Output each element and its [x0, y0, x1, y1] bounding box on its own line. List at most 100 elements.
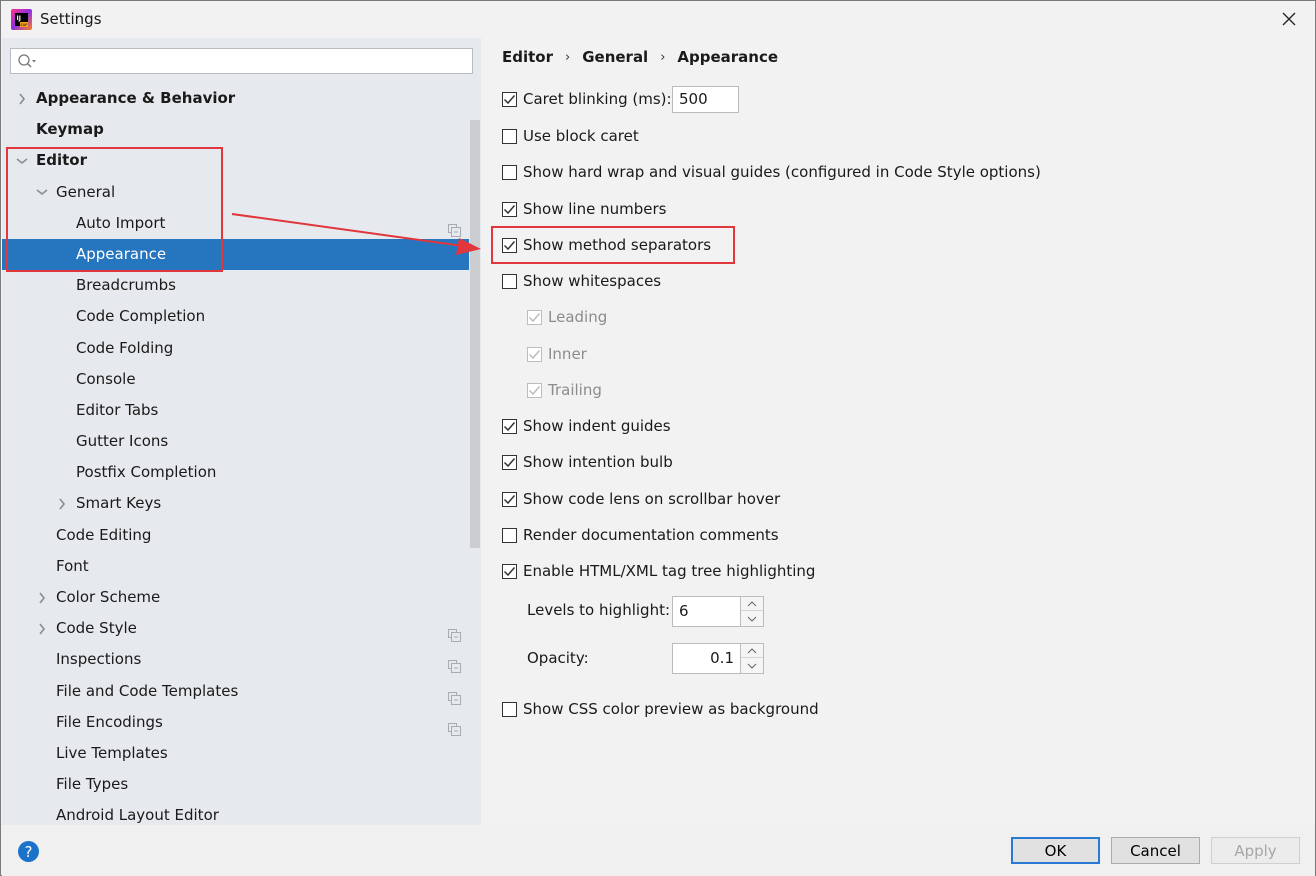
project-scope-icon	[448, 716, 461, 736]
levels-increment-button[interactable]	[741, 597, 763, 611]
checkbox[interactable]	[502, 527, 517, 543]
breadcrumb-general[interactable]: General	[582, 48, 648, 66]
sidebar-item-editor-tabs[interactable]: Editor Tabs	[2, 395, 468, 426]
option-show-line-numbers[interactable]: Show line numbers	[502, 198, 666, 220]
caret-blinking-checkbox[interactable]	[502, 91, 517, 107]
sidebar-item-smart-keys[interactable]: Smart Keys	[2, 488, 468, 519]
opacity-decrement-button[interactable]	[741, 659, 763, 673]
sidebar-item-editor[interactable]: Editor	[2, 145, 468, 176]
help-button[interactable]: ?	[18, 841, 39, 862]
close-icon	[1282, 12, 1296, 26]
chevron-down-icon	[747, 616, 757, 622]
levels-decrement-button[interactable]	[741, 612, 763, 626]
levels-to-highlight-input[interactable]: 6	[672, 596, 741, 627]
levels-spinner	[740, 596, 764, 627]
settings-tree: Appearance & Behavior Keymap Editor General…	[2, 83, 481, 825]
sidebar-item-code-completion[interactable]: Code Completion	[2, 301, 468, 332]
checkbox[interactable]	[502, 563, 517, 579]
option-show-intention-bulb[interactable]: Show intention bulb	[502, 451, 673, 473]
sidebar-item-file-types[interactable]: File Types	[2, 769, 468, 800]
sidebar-item-label: Postfix Completion	[76, 463, 217, 482]
checkbox[interactable]	[502, 454, 517, 470]
option-trailing: Trailing	[527, 379, 602, 401]
option-show-hard-wrap-and-visual-guides-configured-in-code-style-options[interactable]: Show hard wrap and visual guides (config…	[502, 161, 1041, 183]
scrollbar-thumb[interactable]	[470, 120, 480, 548]
cancel-button[interactable]: Cancel	[1111, 837, 1200, 864]
sidebar-item-console[interactable]: Console	[2, 364, 468, 395]
sidebar-item-label: Code Editing	[56, 525, 152, 544]
sidebar-item-breadcrumbs[interactable]: Breadcrumbs	[2, 270, 468, 301]
checkbox[interactable]	[502, 237, 517, 253]
sidebar-item-gutter-icons[interactable]: Gutter Icons	[2, 426, 468, 457]
chevron-down-icon[interactable]	[16, 145, 28, 176]
sidebar-item-appearance[interactable]: Appearance	[2, 238, 481, 271]
chevron-right-icon[interactable]	[16, 83, 28, 114]
option-label: Show method separators	[523, 236, 712, 254]
css-color-preview-option[interactable]: Show CSS color preview as background	[502, 698, 819, 720]
project-scope-icon	[448, 622, 461, 643]
option-render-documentation-comments[interactable]: Render documentation comments	[502, 524, 779, 546]
sidebar-item-file-and-code-templates[interactable]: File and Code Templates	[2, 676, 468, 707]
sidebar-item-auto-import[interactable]: Auto Import	[2, 208, 468, 239]
sidebar-item-file-encodings[interactable]: File Encodings	[2, 707, 468, 738]
settings-search[interactable]	[10, 48, 473, 74]
option-label: Leading	[548, 308, 608, 326]
ok-button[interactable]: OK	[1011, 837, 1100, 864]
checkbox[interactable]	[502, 164, 517, 180]
settings-dialog: IJ EAP Settings Appearance & Behavior Key…	[0, 0, 1316, 876]
caret-blinking-option[interactable]: Caret blinking (ms):	[502, 88, 672, 110]
sidebar-item-android-layout-editor[interactable]: Android Layout Editor	[2, 800, 468, 825]
sidebar-item-code-editing[interactable]: Code Editing	[2, 520, 468, 551]
search-input[interactable]	[41, 51, 461, 71]
sidebar-item-postfix-completion[interactable]: Postfix Completion	[2, 457, 468, 488]
option-show-method-separators[interactable]: Show method separators	[502, 234, 711, 256]
sidebar-item-label: Live Templates	[56, 743, 168, 762]
checkbox	[527, 309, 542, 325]
levels-to-highlight-label: Levels to highlight:	[527, 601, 671, 619]
project-scope-icon	[448, 685, 461, 705]
option-show-whitespaces[interactable]: Show whitespaces	[502, 270, 661, 292]
apply-button[interactable]: Apply	[1211, 837, 1300, 864]
sidebar-item-keymap[interactable]: Keymap	[2, 114, 468, 145]
sidebar-item-font[interactable]: Font	[2, 551, 468, 582]
sidebar-item-code-style[interactable]: Code Style	[2, 613, 468, 644]
chevron-right-icon[interactable]	[36, 582, 48, 613]
sidebar-item-code-folding[interactable]: Code Folding	[2, 333, 468, 364]
sidebar-item-label: Code Style	[56, 619, 137, 638]
breadcrumb-editor[interactable]: Editor	[502, 48, 553, 66]
sidebar-item-label: Color Scheme	[56, 588, 161, 606]
opacity-label: Opacity:	[527, 649, 589, 667]
checkbox[interactable]	[502, 128, 517, 144]
sidebar-item-label: Smart Keys	[76, 494, 162, 513]
checkbox[interactable]	[502, 201, 517, 217]
chevron-right-icon[interactable]	[56, 488, 68, 519]
sidebar-item-label: General	[56, 182, 116, 201]
caret-blinking-input[interactable]: 500	[672, 86, 739, 113]
option-enable-html-xml-tag-tree-highlighting[interactable]: Enable HTML/XML tag tree highlighting	[502, 560, 815, 582]
sidebar-item-appearance-behavior[interactable]: Appearance & Behavior	[2, 83, 468, 114]
checkbox[interactable]	[502, 491, 517, 507]
search-icon	[18, 54, 36, 68]
opacity-input[interactable]: 0.1	[672, 643, 741, 674]
close-button[interactable]	[1277, 7, 1301, 31]
sidebar-item-label: Code Folding	[76, 338, 174, 357]
option-label: Show intention bulb	[523, 453, 673, 471]
checkbox[interactable]	[502, 273, 517, 289]
sidebar-item-inspections[interactable]: Inspections	[2, 644, 468, 675]
chevron-down-icon[interactable]	[36, 177, 48, 208]
option-label: Show code lens on scrollbar hover	[523, 490, 781, 508]
svg-text:IJ: IJ	[17, 15, 21, 22]
checkbox[interactable]	[502, 418, 517, 434]
sidebar-item-live-templates[interactable]: Live Templates	[2, 738, 468, 769]
sidebar-scrollbar[interactable]	[469, 83, 481, 825]
settings-sidebar: Appearance & Behavior Keymap Editor General…	[2, 38, 481, 825]
css-color-preview-checkbox[interactable]	[502, 701, 517, 717]
opacity-increment-button[interactable]	[741, 644, 763, 658]
option-label: Inner	[548, 345, 587, 363]
sidebar-item-general[interactable]: General	[2, 177, 468, 208]
option-show-code-lens-on-scrollbar-hover[interactable]: Show code lens on scrollbar hover	[502, 488, 780, 510]
chevron-right-icon[interactable]	[36, 613, 48, 644]
option-use-block-caret[interactable]: Use block caret	[502, 125, 639, 147]
sidebar-item-color-scheme[interactable]: Color Scheme	[2, 582, 468, 613]
option-show-indent-guides[interactable]: Show indent guides	[502, 415, 671, 437]
